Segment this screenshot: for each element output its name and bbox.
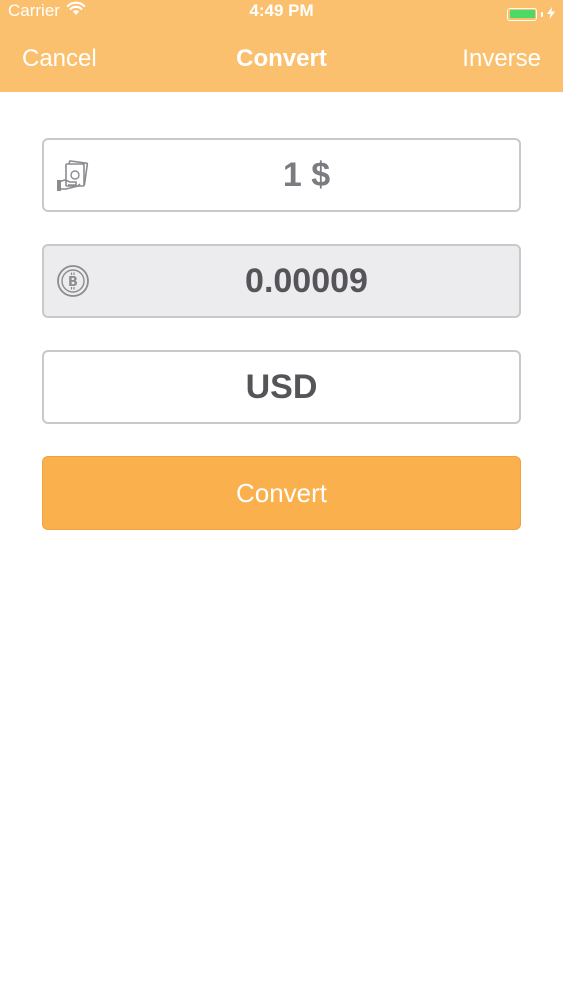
bolt-icon [547, 4, 555, 24]
bitcoin-icon: B [56, 264, 90, 298]
convert-screen: Carrier 4:49 PM Cancel Convert Inverse 1… [0, 0, 563, 1000]
battery-icon [507, 7, 537, 21]
status-time: 4:49 PM [249, 1, 314, 20]
battery-cap [541, 11, 543, 17]
status-bar: Carrier 4:49 PM [0, 0, 563, 24]
inverse-button[interactable]: Inverse [462, 45, 541, 73]
amount-value: 1 $ [282, 155, 331, 194]
header: Carrier 4:49 PM Cancel Convert Inverse [0, 0, 563, 92]
cash-hand-icon [56, 158, 90, 192]
currency-value: USD [245, 367, 318, 406]
convert-button[interactable]: Convert [42, 456, 521, 530]
status-right [507, 4, 555, 24]
battery-fill [509, 10, 535, 18]
svg-text:B: B [68, 275, 78, 290]
currency-select[interactable]: USD [42, 350, 521, 424]
result-field: B 0.00009 [42, 244, 521, 318]
amount-input[interactable]: 1 $ [42, 138, 521, 212]
result-value: 0.00009 [245, 261, 368, 300]
nav-bar: Cancel Convert Inverse [0, 34, 563, 86]
